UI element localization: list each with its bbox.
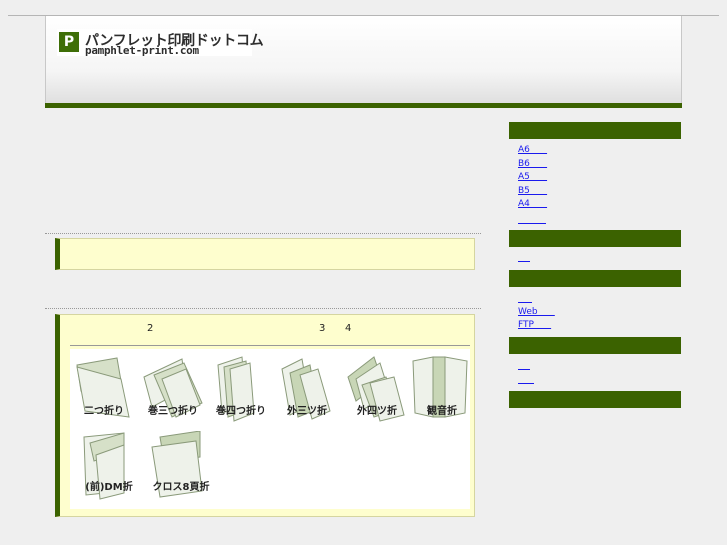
fold-label: クロス8頁折: [152, 482, 210, 493]
sidebar-link-b6[interactable]: B6: [518, 159, 547, 170]
sidebar-section-header: [509, 391, 681, 408]
site-logo[interactable]: P パンフレット印刷ドットコム pamphlet-print.com: [57, 29, 264, 57]
sidebar-link-ftp[interactable]: FTP: [518, 320, 551, 331]
notice-box: [55, 238, 475, 270]
sidebar-link[interactable]: [518, 373, 534, 384]
fold-label: 二つ折り: [84, 406, 124, 417]
sidebar-section-header: [509, 270, 681, 287]
fold-item-gate-fold[interactable]: 観音折: [411, 355, 473, 427]
section-divider: [45, 233, 481, 234]
logo-icon: P: [59, 32, 79, 52]
fold-label: 観音折: [427, 406, 457, 417]
sidebar-section-header: [509, 230, 681, 247]
fold-label: 外四ツ折: [357, 406, 397, 417]
heading-number: 4: [345, 323, 352, 334]
fold-label: (前)DM折: [85, 482, 133, 493]
fold-label: 巻三つ折り: [148, 406, 198, 417]
sidebar-link[interactable]: [518, 359, 530, 370]
sidebar-link-a4[interactable]: A4: [518, 199, 547, 210]
sidebar-link[interactable]: [518, 292, 532, 303]
section-divider: [45, 308, 481, 309]
sidebar-link[interactable]: [518, 251, 530, 262]
sidebar-link-web[interactable]: Web: [518, 307, 555, 318]
fold-item-z-three-fold[interactable]: 外三ツ折: [276, 355, 338, 427]
fold-item-z-four-fold[interactable]: 外四ツ折: [346, 355, 408, 427]
sidebar-link-b5[interactable]: B5: [518, 186, 547, 197]
sidebar-link-a6[interactable]: A6: [518, 145, 547, 156]
fold-item-roll-three-fold[interactable]: 巻三つ折り: [142, 355, 204, 427]
fold-types-grid: 二つ折り 巻三つ折り 巻四つ折り 外三ツ折 外四ツ折 観音折 (前)DM折 クロ…: [70, 349, 470, 509]
fold-types-panel: 2 3 4 二つ折り 巻三つ折り 巻四つ折り 外三ツ折 外四ツ折 観音折 (前)…: [55, 314, 475, 517]
logo-subtitle: pamphlet-print.com: [85, 44, 199, 57]
fold-item-roll-four-fold[interactable]: 巻四つ折り: [210, 355, 272, 427]
sidebar-section-header: [509, 122, 681, 139]
sidebar-section-header: [509, 337, 681, 354]
sidebar-link[interactable]: [518, 213, 546, 224]
header-accent-bar: [45, 103, 682, 108]
fold-item-two-fold[interactable]: 二つ折り: [73, 355, 135, 427]
heading-number: 2: [147, 323, 154, 334]
heading-number: 3: [319, 323, 326, 334]
fold-item-cross-8-page-fold[interactable]: クロス8頁折: [150, 431, 212, 503]
fold-label: 外三ツ折: [287, 406, 327, 417]
sidebar-link-a5[interactable]: A5: [518, 172, 547, 183]
fold-item-dm-fold[interactable]: (前)DM折: [78, 431, 140, 503]
fold-types-heading: 2 3 4: [70, 323, 470, 346]
fold-label: 巻四つ折り: [216, 406, 266, 417]
